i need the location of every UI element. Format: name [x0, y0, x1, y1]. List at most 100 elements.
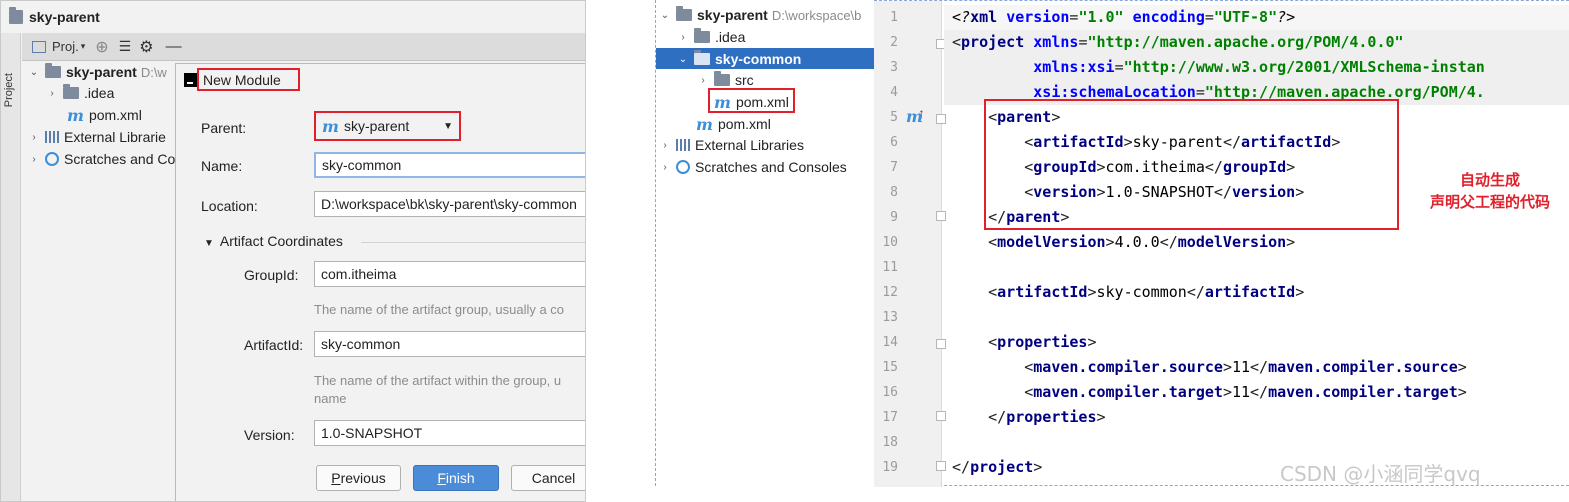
line-number: 11 — [882, 260, 898, 275]
new-module-dialog: New Module Parent: m sky-parent ▼ Name: … — [175, 63, 585, 501]
fold-marker-icon[interactable] — [936, 461, 946, 471]
tree-item-pom[interactable]: m pom.xml — [67, 104, 142, 126]
section-divider — [361, 242, 585, 243]
fold-marker-icon[interactable] — [936, 339, 946, 349]
groupid-hint: The name of the artifact group, usually … — [314, 302, 565, 317]
cancel-button[interactable]: Cancel — [511, 465, 585, 491]
line-number: 16 — [882, 385, 898, 400]
code-line-16: <maven.compiler.target>11</maven.compile… — [952, 383, 1467, 401]
line-number: 9 — [890, 210, 898, 225]
line-number: 7 — [890, 160, 898, 175]
project-folder-icon — [9, 7, 23, 24]
gear-icon[interactable]: ⚙ — [139, 37, 153, 57]
tree-item-idea[interactable]: › .idea — [47, 82, 114, 104]
location-field[interactable]: D:\workspace\bk\sky-parent\sky-common — [314, 191, 585, 217]
hide-icon[interactable]: — — [166, 38, 182, 56]
previous-button[interactable]: Previous — [316, 465, 401, 491]
chevron-right-icon: › — [32, 153, 36, 165]
finish-button[interactable]: Finish — [413, 465, 499, 491]
chevron-down-icon: ▼ — [204, 238, 214, 249]
collapse-all-icon[interactable]: ☰ — [119, 38, 132, 55]
right-project-tree: ⌄ sky-parent D:\workspace\b › .idea ⌄ sk… — [655, 0, 874, 486]
groupid-label: GroupId: — [244, 267, 299, 283]
code-line-12: <artifactId>sky-common</artifactId> — [952, 283, 1305, 301]
module-folder-icon — [694, 50, 710, 65]
maven-icon: m — [696, 114, 713, 134]
code-line-19: </project> — [952, 458, 1043, 476]
code-line-14: <properties> — [952, 333, 1097, 351]
line-number: 14 — [882, 335, 898, 350]
name-field[interactable]: sky-common — [314, 152, 585, 178]
code-line-15: <maven.compiler.source>11</maven.compile… — [952, 358, 1467, 376]
line-number: 18 — [882, 435, 898, 450]
code-line-17: </properties> — [952, 408, 1106, 426]
highlight-box-pom — [708, 88, 795, 113]
fold-marker-icon[interactable] — [936, 211, 946, 221]
tree-item-parent-pom[interactable]: m pom.xml — [696, 113, 771, 135]
locate-icon[interactable]: ⊕ — [95, 37, 108, 57]
maven-icon: m — [67, 105, 84, 125]
line-number: 15 — [882, 360, 898, 375]
project-title-bar: sky-parent — [1, 1, 585, 33]
side-tool-strip: Project — [1, 33, 21, 501]
dropdown-arrow-icon: ▾ — [80, 41, 86, 51]
scratches-icon — [45, 152, 59, 166]
artifactid-hint: The name of the artifact within the grou… — [314, 373, 562, 388]
location-label: Location: — [201, 198, 258, 214]
code-line-1: <?xml version="1.0" encoding="UTF-8"?> — [952, 8, 1296, 26]
project-title: sky-parent — [29, 9, 100, 25]
code-line-10: <modelVersion>4.0.0</modelVersion> — [952, 233, 1296, 251]
version-label: Version: — [244, 427, 295, 443]
artifactid-field[interactable]: sky-common — [314, 331, 585, 357]
chevron-right-icon: › — [32, 131, 36, 143]
arrow-up-icon: ↑ — [918, 105, 925, 121]
folder-icon — [714, 71, 730, 86]
chevron-right-icon: › — [663, 161, 667, 173]
code-line-3: xmlns:xsi="http://www.w3.org/2001/XMLSch… — [1033, 58, 1485, 76]
line-number: 1 — [890, 10, 898, 25]
fold-marker-icon[interactable] — [936, 411, 946, 421]
line-number: 13 — [882, 310, 898, 325]
highlight-box-title — [197, 68, 300, 91]
code-editor[interactable]: 1 2 3 4 5 6 7 8 9 10 11 12 13 14 15 16 1… — [874, 0, 1569, 487]
module-folder-icon — [45, 63, 61, 78]
watermark: CSDN @小涵同学qvq — [1280, 462, 1481, 486]
fold-marker-icon[interactable] — [936, 114, 946, 124]
version-field[interactable]: 1.0-SNAPSHOT — [314, 420, 585, 446]
line-number: 6 — [890, 135, 898, 150]
chevron-down-icon: ⌄ — [678, 53, 688, 65]
chevron-right-icon: › — [681, 31, 685, 43]
tree-item-idea[interactable]: › .idea — [678, 26, 745, 48]
line-number: 8 — [890, 185, 898, 200]
scratches-icon — [676, 160, 690, 174]
tree-item-sky-common[interactable]: ⌄ sky-common — [678, 48, 801, 70]
line-number: 12 — [882, 285, 898, 300]
tree-item-external-libraries[interactable]: › External Libraries — [660, 134, 804, 156]
line-number: 17 — [882, 410, 898, 425]
line-number: 19 — [882, 460, 898, 475]
artifact-coordinates-toggle[interactable]: ▼ Artifact Coordinates — [204, 233, 343, 249]
tree-item-sky-parent[interactable]: ⌄ sky-parent D:\w — [29, 61, 167, 83]
chevron-right-icon: › — [701, 74, 705, 86]
project-view-selector[interactable]: Proj. ▾ — [32, 39, 85, 54]
tree-item-scratches[interactable]: › Scratches and Consoles — [660, 156, 846, 178]
library-icon — [676, 139, 690, 151]
artifactid-label: ArtifactId: — [244, 337, 304, 353]
project-side-tab[interactable]: Project — [3, 73, 19, 107]
tree-item-sky-parent[interactable]: ⌄ sky-parent D:\workspace\b — [660, 4, 861, 26]
chevron-right-icon: › — [50, 87, 54, 99]
folder-icon — [63, 84, 79, 99]
parent-label: Parent: — [201, 120, 247, 136]
project-toolbar: Proj. ▾ ⊕ ☰ ⚙ — — [22, 33, 585, 61]
chevron-down-icon: ⌄ — [29, 66, 39, 78]
library-icon — [45, 131, 59, 143]
tree-item-scratches[interactable]: › Scratches and Co — [29, 148, 175, 170]
line-number: 5 — [890, 110, 898, 125]
left-ide-panel: sky-parent Project Proj. ▾ ⊕ ☰ ⚙ — ⌄ sky… — [0, 0, 586, 502]
project-view-icon — [32, 40, 46, 53]
groupid-field[interactable]: com.itheima — [314, 261, 585, 287]
intellij-icon — [184, 73, 198, 87]
module-folder-icon — [676, 6, 692, 21]
artifactid-hint-cont: name — [314, 391, 347, 406]
tree-item-external-libraries[interactable]: › External Librarie — [29, 126, 166, 148]
